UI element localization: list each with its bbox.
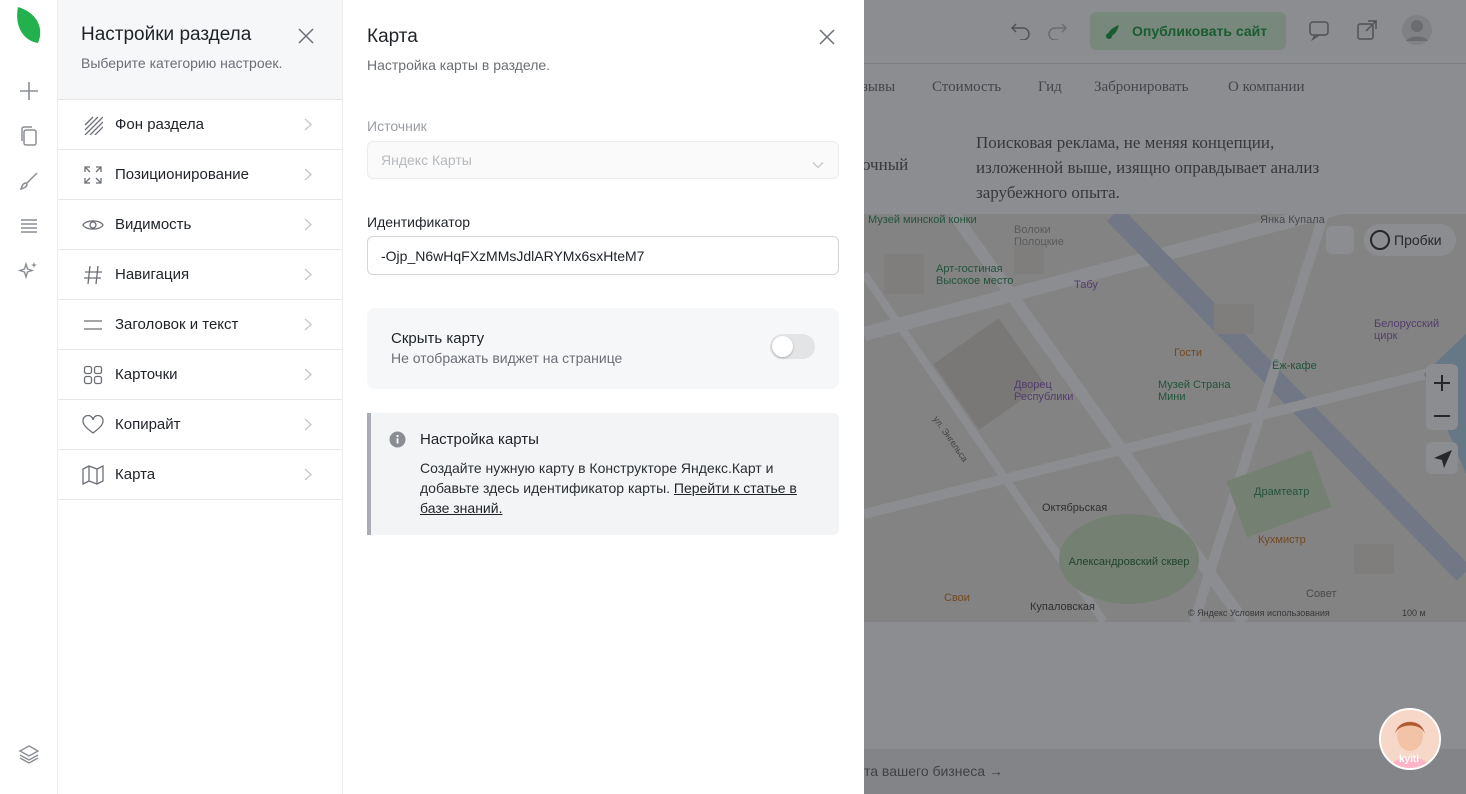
menu-item-navigation[interactable]: Навигация bbox=[58, 250, 342, 300]
chevron-right-icon bbox=[304, 418, 312, 436]
close-icon[interactable] bbox=[296, 26, 316, 46]
identifier-input[interactable] bbox=[367, 236, 839, 275]
menu-item-cards[interactable]: Карточки bbox=[58, 350, 342, 400]
source-select[interactable]: Яндекс Карты bbox=[367, 141, 839, 179]
section-settings-subtitle: Выберите категорию настроек. bbox=[81, 55, 283, 71]
avatar-text: kyiti bbox=[1399, 754, 1420, 765]
menu-item-label: Карта bbox=[115, 466, 156, 483]
section-settings-header: Настройки раздела Выберите категорию нас… bbox=[58, 0, 342, 100]
pages-icon[interactable] bbox=[14, 121, 44, 151]
brush-icon[interactable] bbox=[14, 166, 44, 196]
menu-item-label: Фон раздела bbox=[115, 116, 204, 133]
hide-map-toggle[interactable] bbox=[770, 334, 815, 359]
menu-item-label: Копирайт bbox=[115, 416, 181, 433]
source-select-value: Яндекс Карты bbox=[381, 152, 472, 168]
info-title: Настройка карты bbox=[420, 431, 539, 448]
map-settings-subtitle: Настройка карты в разделе. bbox=[367, 57, 551, 73]
add-icon[interactable] bbox=[14, 76, 44, 106]
map-settings-panel: Карта Настройка карты в разделе. Источни… bbox=[343, 0, 864, 794]
menu-item-label: Позиционирование bbox=[115, 166, 250, 183]
source-label: Источник bbox=[367, 118, 427, 134]
section-settings-panel: Настройки раздела Выберите категорию нас… bbox=[58, 0, 343, 794]
menu-item-label: Заголовок и текст bbox=[115, 316, 239, 333]
chevron-right-icon bbox=[304, 118, 312, 136]
heart-icon bbox=[82, 414, 104, 436]
hash-icon bbox=[82, 264, 104, 286]
chevron-right-icon bbox=[304, 318, 312, 336]
menu-item-label: Навигация bbox=[115, 266, 190, 283]
info-icon bbox=[389, 431, 406, 448]
chevron-right-icon bbox=[304, 468, 312, 486]
toggle-knob bbox=[772, 336, 793, 357]
background-hatch-icon bbox=[82, 114, 104, 136]
sparkles-icon[interactable] bbox=[14, 256, 44, 286]
chevron-down-icon bbox=[812, 156, 824, 172]
editor-rail bbox=[0, 0, 58, 794]
close-icon[interactable] bbox=[817, 27, 837, 47]
menu-item-map[interactable]: Карта bbox=[58, 450, 342, 500]
chevron-right-icon bbox=[304, 218, 312, 236]
cards-grid-icon bbox=[82, 364, 104, 386]
logo-leaf-icon[interactable] bbox=[14, 7, 44, 43]
chevron-right-icon bbox=[304, 168, 312, 186]
menu-item-background[interactable]: Фон раздела bbox=[58, 100, 342, 150]
menu-item-copyright[interactable]: Копирайт bbox=[58, 400, 342, 450]
text-lines-icon bbox=[82, 314, 104, 336]
layers-icon[interactable] bbox=[14, 739, 44, 769]
map-info-callout: Настройка карты Создайте нужную карту в … bbox=[367, 413, 839, 535]
dim-overlay[interactable] bbox=[864, 0, 1466, 794]
menu-item-visibility[interactable]: Видимость bbox=[58, 200, 342, 250]
sections-list-icon[interactable] bbox=[14, 211, 44, 241]
menu-item-label: Видимость bbox=[115, 216, 192, 233]
chevron-right-icon bbox=[304, 268, 312, 286]
menu-item-positioning[interactable]: Позиционирование bbox=[58, 150, 342, 200]
menu-item-label: Карточки bbox=[115, 366, 178, 383]
info-text: Создайте нужную карту в Конструкторе Янд… bbox=[420, 458, 820, 518]
support-avatar[interactable]: kyiti bbox=[1379, 708, 1441, 770]
expand-corners-icon bbox=[82, 164, 104, 186]
chevron-right-icon bbox=[304, 368, 312, 386]
site-preview: Опубликовать сайт зывы Стоимость Гид Заб… bbox=[864, 0, 1466, 794]
hide-map-setting: Скрыть карту Не отображать виджет на стр… bbox=[367, 308, 839, 389]
map-settings-title: Карта bbox=[367, 26, 418, 47]
identifier-label: Идентификатор bbox=[367, 214, 471, 230]
map-icon bbox=[82, 464, 104, 486]
hide-map-title: Скрыть карту bbox=[391, 330, 485, 347]
eye-icon bbox=[82, 214, 104, 236]
menu-item-heading-text[interactable]: Заголовок и текст bbox=[58, 300, 342, 350]
hide-map-subtitle: Не отображать виджет на странице bbox=[391, 350, 623, 366]
